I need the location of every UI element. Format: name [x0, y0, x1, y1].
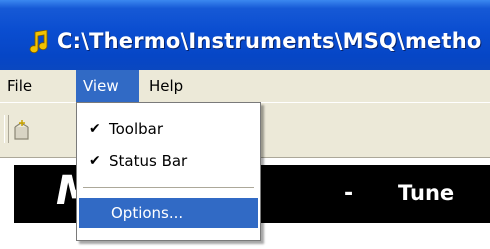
- menu-bar: File View Help: [0, 70, 490, 102]
- menu-view[interactable]: View: [76, 70, 139, 102]
- menu-file[interactable]: File: [0, 70, 39, 102]
- application-window: C:\Thermo\Instruments\MSQ\metho File Vie…: [0, 0, 490, 249]
- banner-mode: Tune: [398, 181, 455, 205]
- menu-separator: [83, 187, 254, 189]
- menu-item-label: Options...: [111, 204, 184, 222]
- banner-dash: -: [344, 181, 354, 206]
- new-document-icon[interactable]: [12, 119, 32, 141]
- menu-item-options[interactable]: Options...: [79, 198, 258, 228]
- menu-item-label: Toolbar: [109, 120, 164, 138]
- toolbar-grip[interactable]: [4, 115, 9, 143]
- menu-item-label: Status Bar: [109, 152, 188, 170]
- view-menu-dropdown: ✔ Toolbar ✔ Status Bar Options...: [76, 102, 261, 241]
- music-note-icon: [29, 30, 48, 54]
- menu-item-toolbar[interactable]: ✔ Toolbar: [79, 114, 258, 144]
- title-bar[interactable]: C:\Thermo\Instruments\MSQ\metho: [0, 0, 490, 70]
- menu-help[interactable]: Help: [142, 70, 190, 102]
- checkmark-icon: ✔: [89, 153, 101, 169]
- menu-item-status-bar[interactable]: ✔ Status Bar: [79, 146, 258, 176]
- window-title: C:\Thermo\Instruments\MSQ\metho: [57, 29, 482, 53]
- checkmark-icon: ✔: [89, 121, 101, 137]
